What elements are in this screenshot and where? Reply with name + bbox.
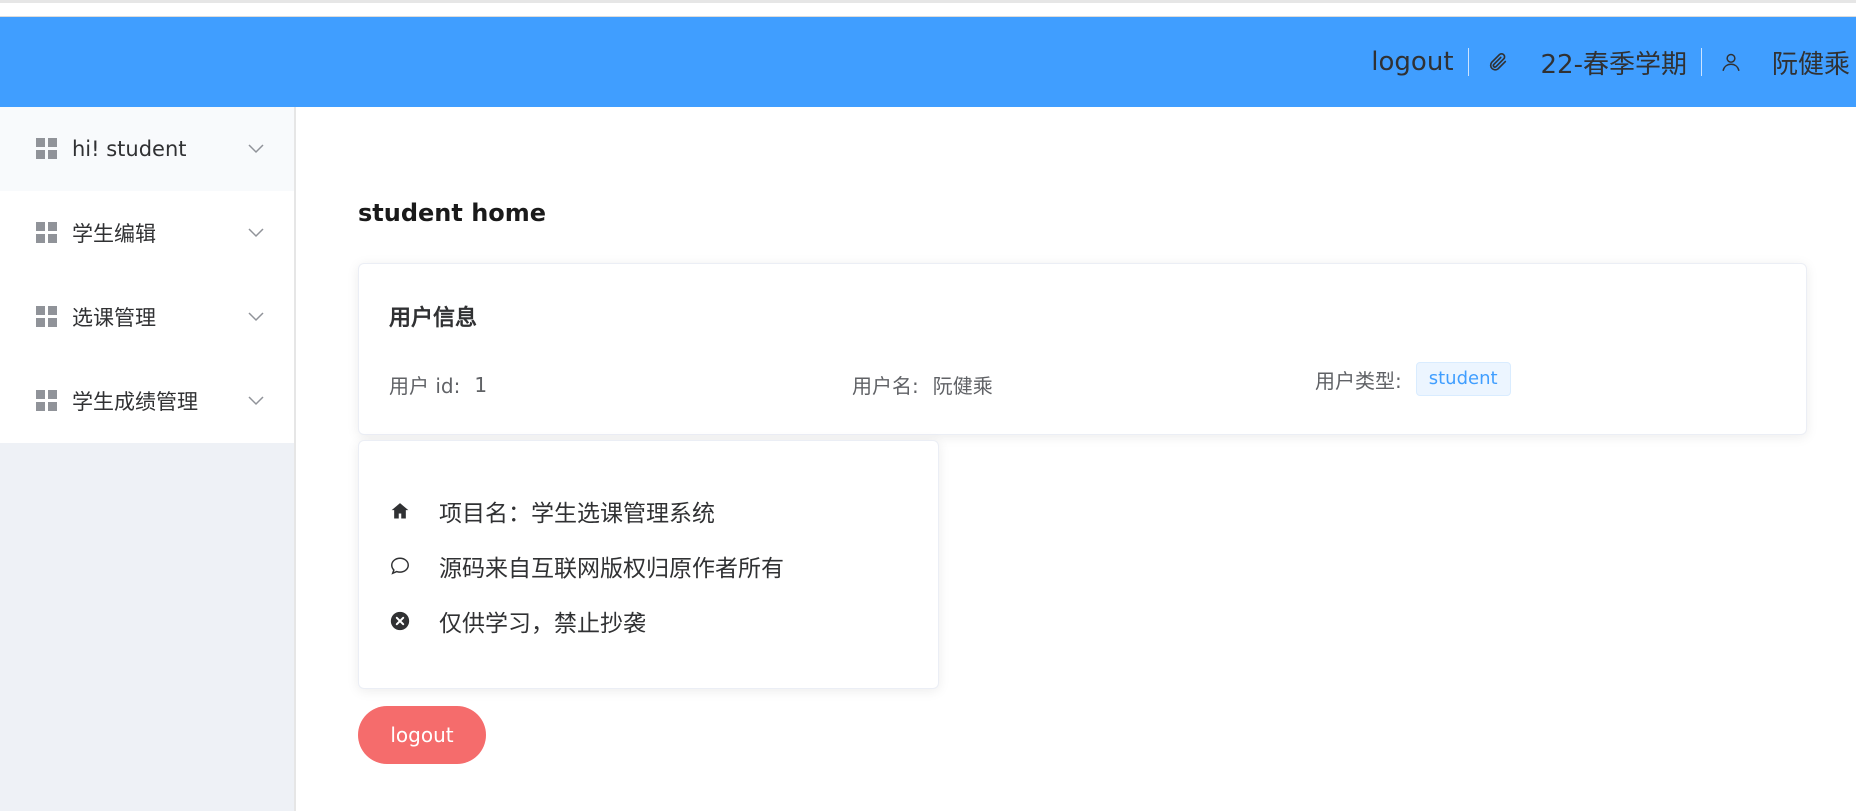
chat-bubble-icon xyxy=(389,555,411,577)
chevron-down-icon xyxy=(248,228,264,238)
user-id-item: 用户 id: 1 xyxy=(389,370,487,399)
grid-icon xyxy=(36,138,57,159)
grid-icon xyxy=(36,390,57,411)
user-type-tag: student xyxy=(1415,362,1511,396)
sidebar-item-course-selection[interactable]: 选课管理 xyxy=(0,275,294,359)
user-info-card: 用户信息 用户 id: 1 用户名: 阮健乘 用户类型: student xyxy=(358,263,1807,435)
grid-icon xyxy=(36,222,57,243)
chevron-down-icon xyxy=(248,312,264,322)
user-id-label: 用户 id: xyxy=(389,374,461,398)
paperclip-icon xyxy=(1487,51,1509,73)
user-type-label: 用户类型: xyxy=(1315,368,1402,393)
username-item: 用户名: 阮健乘 xyxy=(852,370,993,399)
page-title: student home xyxy=(358,199,547,227)
user-info-title: 用户信息 xyxy=(389,306,478,331)
browser-top-strip xyxy=(0,0,1856,17)
main-content: student home 用户信息 用户 id: 1 用户名: 阮健乘 用户类型… xyxy=(298,107,1856,811)
sidebar-item-label: 学生成绩管理 xyxy=(72,390,198,414)
username-value: 阮健乘 xyxy=(932,374,993,398)
logout-button[interactable]: logout xyxy=(358,706,486,764)
project-name-line: 项目名：学生选课管理系统 xyxy=(389,494,715,528)
header-username[interactable]: 阮健乘 xyxy=(1772,44,1850,81)
semester-label[interactable]: 22-春季学期 xyxy=(1541,44,1687,81)
grid-icon xyxy=(36,306,57,327)
user-type-item: 用户类型: student xyxy=(1315,362,1511,396)
header-divider xyxy=(1467,48,1469,76)
sidebar-item-label: 学生编辑 xyxy=(72,222,156,246)
project-info-card: 项目名：学生选课管理系统 源码来自互联网版权归原作者所有 仅供学习，禁止抄袭 xyxy=(358,440,939,689)
project-name-text: 项目名：学生选课管理系统 xyxy=(439,501,715,527)
header-divider xyxy=(1700,48,1702,76)
header-actions: logout 22-春季学期 阮健乘 xyxy=(1371,17,1850,107)
chevron-down-icon xyxy=(248,144,264,154)
home-icon xyxy=(389,500,411,522)
sidebar-menu: hi! student 学生编辑 选课管理 学生成绩管理 xyxy=(0,107,294,443)
user-id-value: 1 xyxy=(474,372,488,397)
project-notice-text: 仅供学习，禁止抄袭 xyxy=(439,611,646,637)
project-notice-line: 仅供学习，禁止抄袭 xyxy=(389,604,646,638)
project-source-line: 源码来自互联网版权归原作者所有 xyxy=(389,549,784,583)
sidebar: hi! student 学生编辑 选课管理 学生成绩管理 xyxy=(0,107,296,811)
sidebar-item-hi-student[interactable]: hi! student xyxy=(0,107,294,191)
header-logout-link[interactable]: logout xyxy=(1371,47,1453,77)
app-header: logout 22-春季学期 阮健乘 xyxy=(0,17,1856,107)
username-label: 用户名: xyxy=(852,374,919,398)
chevron-down-icon xyxy=(248,396,264,406)
sidebar-item-student-edit[interactable]: 学生编辑 xyxy=(0,191,294,275)
sidebar-item-label: 选课管理 xyxy=(72,306,156,330)
sidebar-item-label: hi! student xyxy=(72,137,187,161)
sidebar-item-grade-management[interactable]: 学生成绩管理 xyxy=(0,359,294,443)
project-source-text: 源码来自互联网版权归原作者所有 xyxy=(439,556,784,582)
user-icon xyxy=(1720,51,1742,73)
circle-close-icon xyxy=(389,610,411,632)
